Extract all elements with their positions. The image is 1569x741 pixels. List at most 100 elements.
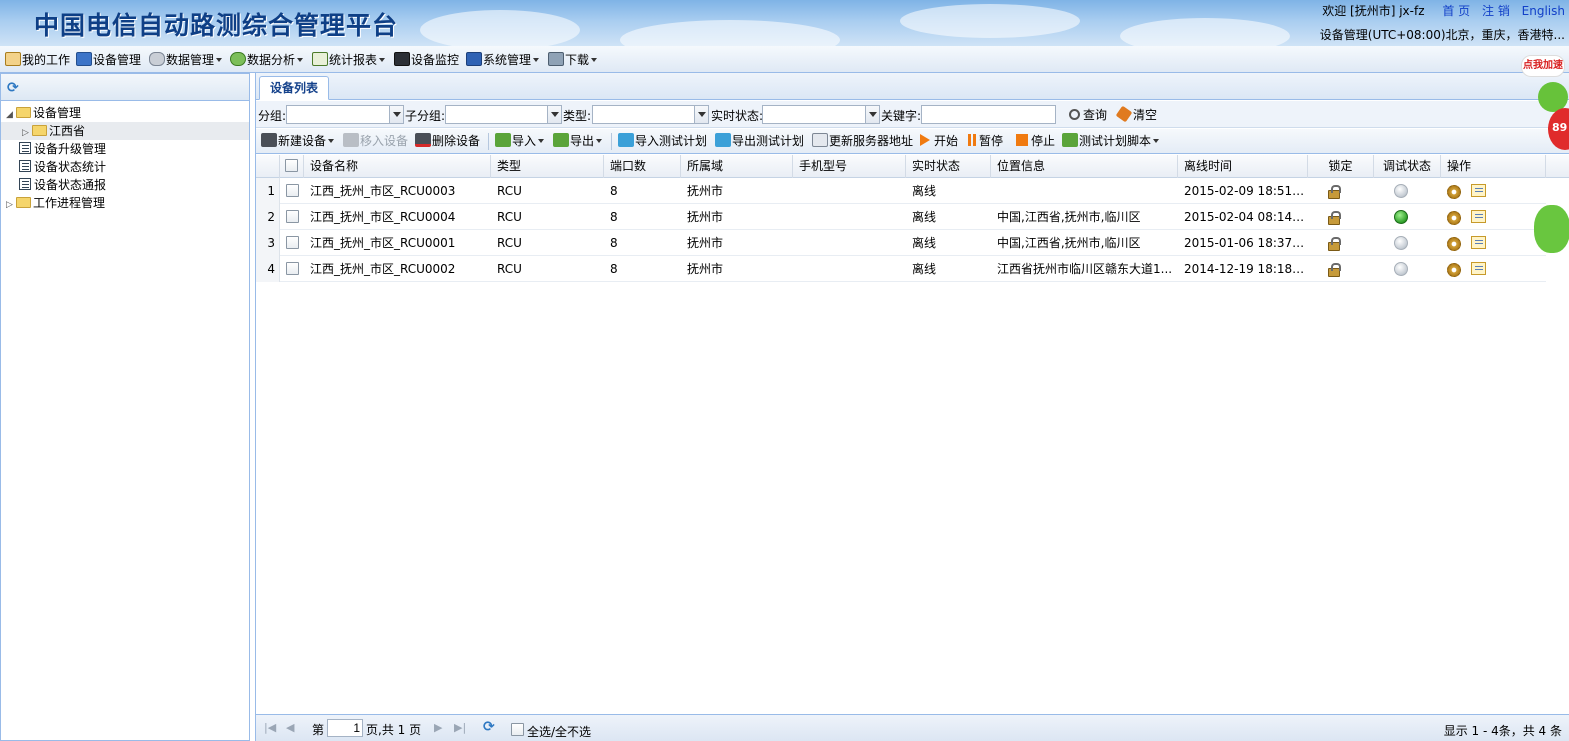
col-offline-time[interactable]: 离线时间: [1178, 155, 1308, 178]
status-select[interactable]: [762, 105, 880, 124]
table-row[interactable]: 3 江西_抚州_市区_RCU0001 RCU 8 抚州市 离线 中国,江西省,抚…: [256, 230, 1546, 256]
menu-system-management[interactable]: 系统管理: [466, 51, 540, 69]
first-page-icon[interactable]: |◀: [264, 721, 276, 734]
chevron-down-icon[interactable]: [694, 106, 708, 123]
query-label: 查询: [1083, 108, 1108, 122]
menu-device-management[interactable]: 设备管理: [76, 51, 141, 69]
english-link[interactable]: English: [1522, 4, 1565, 18]
tree-node-status-stats[interactable]: 设备状态统计: [19, 158, 106, 176]
import-plan-button[interactable]: 导入测试计划: [618, 133, 707, 150]
col-domain[interactable]: 所属域: [681, 155, 793, 178]
play-icon: [920, 134, 930, 146]
broom-icon: [1115, 105, 1133, 123]
cell-offline-time: 2015-02-04 08:14:44: [1184, 210, 1308, 224]
chevron-down-icon: [538, 139, 545, 143]
col-device-name[interactable]: 设备名称: [304, 155, 491, 178]
refresh-icon[interactable]: ⟳: [7, 80, 19, 96]
col-ports[interactable]: 端口数: [604, 155, 681, 178]
tab-device-list[interactable]: 设备列表: [259, 76, 329, 100]
pause-button[interactable]: 暂停: [968, 133, 1003, 150]
menu-data-management[interactable]: 数据管理: [149, 51, 223, 69]
edit-icon[interactable]: [1471, 236, 1486, 249]
unlock-icon[interactable]: [1328, 211, 1341, 225]
table-row[interactable]: 1 江西_抚州_市区_RCU0003 RCU 8 抚州市 离线 2015-02-…: [256, 178, 1546, 204]
new-device-button[interactable]: 新建设备: [261, 133, 335, 150]
tree-node-device-management[interactable]: ◢ 设备管理: [6, 104, 81, 122]
menu-my-work[interactable]: 我的工作: [5, 51, 70, 69]
home-link[interactable]: 首 页: [1442, 4, 1470, 18]
row-checkbox[interactable]: [286, 236, 299, 249]
logout-link[interactable]: 注 销: [1482, 4, 1510, 18]
query-button[interactable]: 查询: [1069, 106, 1107, 123]
update-server-button[interactable]: 更新服务器地址: [812, 133, 913, 150]
tree-expand-icon[interactable]: ▷: [6, 196, 16, 214]
group-select[interactable]: [286, 105, 404, 124]
select-all-footer-checkbox[interactable]: [511, 723, 524, 736]
edit-icon[interactable]: [1471, 262, 1486, 275]
test-script-button[interactable]: 测试计划脚本: [1062, 133, 1160, 150]
delete-device-button[interactable]: 删除设备: [415, 133, 480, 150]
table-row[interactable]: 4 江西_抚州_市区_RCU0002 RCU 8 抚州市 离线 江西省抚州市临川…: [256, 256, 1546, 282]
menu-device-monitor[interactable]: 设备监控: [394, 51, 459, 69]
keyword-input[interactable]: [921, 105, 1056, 124]
cell-location: 中国,江西省,抚州市,临川区: [997, 236, 1141, 250]
menu-download[interactable]: 下载: [548, 51, 598, 69]
tree-node-jiangxi[interactable]: ▷ 江西省: [1, 122, 249, 140]
col-phone-model[interactable]: 手机型号: [793, 155, 906, 178]
start-button[interactable]: 开始: [920, 133, 958, 150]
col-realtime-status[interactable]: 实时状态: [906, 155, 991, 178]
unlock-icon[interactable]: [1328, 185, 1341, 199]
settings-gear-icon[interactable]: [1447, 185, 1461, 199]
tree-node-status-report[interactable]: 设备状态通报: [19, 176, 106, 194]
settings-gear-icon[interactable]: [1447, 237, 1461, 251]
menu-reports[interactable]: 统计报表: [312, 51, 386, 69]
type-select[interactable]: [592, 105, 709, 124]
col-location[interactable]: 位置信息: [991, 155, 1178, 178]
export-plan-button[interactable]: 导出测试计划: [715, 133, 804, 150]
edit-icon[interactable]: [1471, 184, 1486, 197]
cell-type: RCU: [497, 262, 522, 276]
menu-label: 数据管理: [166, 53, 215, 67]
next-page-icon[interactable]: ▶: [434, 721, 442, 734]
unlock-icon[interactable]: [1328, 237, 1341, 251]
export-button[interactable]: 导出: [553, 133, 603, 150]
subgroup-select[interactable]: [445, 105, 562, 124]
select-all-checkbox[interactable]: [285, 159, 298, 172]
table-row[interactable]: 2 江西_抚州_市区_RCU0004 RCU 8 抚州市 离线 中国,江西省,抚…: [256, 204, 1546, 230]
import-button[interactable]: 导入: [495, 133, 545, 150]
chevron-down-icon: [379, 58, 386, 62]
move-in-icon: [343, 133, 359, 147]
speedup-badge[interactable]: 点我加速: [1521, 55, 1565, 77]
col-lock[interactable]: 锁定: [1308, 155, 1374, 178]
chevron-down-icon[interactable]: [865, 106, 879, 123]
debug-off-icon: [1394, 236, 1408, 250]
tree-node-process-management[interactable]: ▷ 工作进程管理: [6, 194, 105, 212]
stop-button[interactable]: 停止: [1016, 133, 1055, 150]
move-in-device-button[interactable]: 移入设备: [343, 133, 408, 150]
main-panel: 设备列表 分组: 子分组: 类型: 实时状态: 关键字: 查询 清空 新建设备 …: [255, 73, 1569, 741]
action-label: 导出测试计划: [732, 134, 805, 148]
tree-node-label: 设备状态统计: [34, 160, 107, 174]
unlock-icon[interactable]: [1328, 263, 1341, 277]
menu-label: 数据分析: [247, 53, 296, 67]
clear-button[interactable]: 清空: [1115, 105, 1157, 123]
page-number-input[interactable]: [327, 719, 363, 737]
last-page-icon[interactable]: ▶|: [454, 721, 466, 734]
chevron-down-icon[interactable]: [547, 106, 561, 123]
settings-gear-icon[interactable]: [1447, 263, 1461, 277]
cell-type: RCU: [497, 184, 522, 198]
document-icon: [19, 142, 31, 154]
col-type[interactable]: 类型: [491, 155, 604, 178]
menu-data-analysis[interactable]: 数据分析: [230, 51, 304, 69]
row-checkbox[interactable]: [286, 210, 299, 223]
prev-page-icon[interactable]: ◀: [286, 721, 294, 734]
col-debug-status[interactable]: 调试状态: [1374, 155, 1441, 178]
row-checkbox[interactable]: [286, 184, 299, 197]
row-checkbox[interactable]: [286, 262, 299, 275]
cell-domain: 抚州市: [687, 236, 724, 250]
chevron-down-icon[interactable]: [389, 106, 403, 123]
refresh-icon[interactable]: ⟳: [483, 719, 495, 735]
settings-gear-icon[interactable]: [1447, 211, 1461, 225]
tree-node-upgrade[interactable]: 设备升级管理: [19, 140, 106, 158]
edit-icon[interactable]: [1471, 210, 1486, 223]
